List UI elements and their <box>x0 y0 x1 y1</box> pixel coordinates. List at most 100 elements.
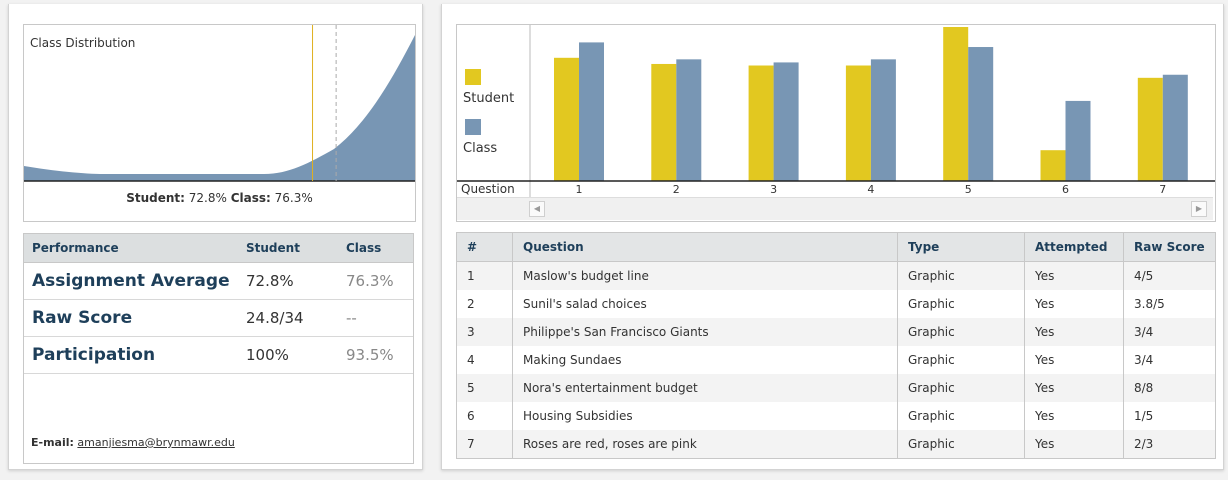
scroll-left-icon[interactable]: ◀ <box>529 201 545 217</box>
student-value: 100% <box>238 336 338 374</box>
question-raw-score: 4/5 <box>1123 261 1216 290</box>
email-link[interactable]: amanjiesma@brynmawr.edu <box>77 436 234 449</box>
legend-label-class: Class <box>463 141 498 156</box>
question-raw-score: 8/8 <box>1123 374 1216 402</box>
table-row[interactable]: 5 Nora's entertainment budget Graphic Yes 8/… <box>456 374 1216 402</box>
question-title: Philippe's San Francisco Giants <box>512 318 898 346</box>
question-title: Sunil's salad choices <box>512 290 898 318</box>
student-value: 24.8/34 <box>238 299 338 337</box>
question-header: Question <box>512 232 898 262</box>
legend-label-student: Student <box>463 91 515 106</box>
question-number: 3 <box>456 318 513 346</box>
table-row: Participation 100% 93.5% <box>23 336 414 374</box>
performance-table: Performance Student Class Assignment Ave… <box>23 233 414 374</box>
num-header: # <box>456 232 513 262</box>
performance-header: Performance <box>23 233 238 263</box>
question-attempted: Yes <box>1024 290 1124 318</box>
email-row: E-mail: amanjiesma@brynmawr.edu <box>31 436 235 449</box>
distribution-title: Class Distribution <box>30 36 136 50</box>
question-raw-score: 1/5 <box>1134 409 1154 423</box>
bar-class-q7[interactable] <box>1162 74 1188 181</box>
bar-student-q4[interactable] <box>845 65 871 182</box>
question-title: Nora's entertainment budget <box>512 374 898 402</box>
distribution-area <box>24 35 415 181</box>
x-tick-label: 3 <box>770 183 777 196</box>
question-raw-score: 3/4 <box>1134 353 1154 367</box>
question-bar-chart: 1 2 3 4 5 6 7 Question Student Class ◀ ▶ <box>456 24 1216 222</box>
question-number: 1 <box>456 261 513 290</box>
bar-student-q7[interactable] <box>1137 77 1163 181</box>
chart-scrollbar[interactable]: ◀ ▶ <box>457 197 1213 220</box>
question-raw-score: 3.8/5 <box>1134 297 1165 311</box>
class-header: Class <box>338 233 414 263</box>
student-value: 72.8% <box>238 262 338 300</box>
bar-student-q3[interactable] <box>748 65 774 182</box>
x-axis-label: Question <box>461 182 515 196</box>
question-title: Housing Subsidies <box>512 402 898 430</box>
bar-class-q4[interactable] <box>870 59 896 182</box>
question-number: 6 <box>456 402 513 430</box>
legend-swatch-class <box>465 119 481 135</box>
bar-class-q1[interactable] <box>579 42 604 182</box>
class-value: 76.3% <box>338 262 414 300</box>
x-tick-label: 7 <box>1159 183 1166 196</box>
bar-student-q1[interactable] <box>554 57 579 181</box>
x-tick-label: 6 <box>1062 183 1069 196</box>
x-tick-label: 1 <box>576 183 583 196</box>
question-number: 7 <box>456 430 513 459</box>
student-summary-panel: Class Distribution Student: 72.8% Class:… <box>8 4 423 470</box>
question-title: Making Sundaes <box>512 346 898 374</box>
class-value: -- <box>338 299 414 337</box>
table-row[interactable]: 2 Sunil's salad choices Graphic Yes 3.8/5 <box>456 290 1216 318</box>
question-number: 5 <box>456 374 513 402</box>
bar-class-q6[interactable] <box>1065 100 1091 181</box>
question-attempted: Yes <box>1024 430 1124 459</box>
bar-student-q6[interactable] <box>1040 150 1066 181</box>
table-row[interactable]: 4 Making Sundaes Graphic Yes 3/4 <box>456 346 1216 374</box>
question-type: Graphic <box>897 318 1025 346</box>
question-type: Graphic <box>897 290 1025 318</box>
question-title: Roses are red, roses are pink <box>512 430 898 459</box>
table-row: Raw Score 24.8/34 -- <box>23 299 414 337</box>
legend-swatch-student <box>465 69 481 85</box>
distribution-caption: Student: 72.8% Class: 76.3% <box>24 191 415 205</box>
metric-label: Assignment Average <box>23 262 238 300</box>
question-type: Graphic <box>897 346 1025 374</box>
question-attempted: Yes <box>1024 318 1124 346</box>
question-type: Graphic <box>897 374 1025 402</box>
table-row[interactable]: 6 Housing Subsidies Graphic Yes 1/5 <box>456 402 1216 430</box>
question-number: 2 <box>456 290 513 318</box>
question-breakdown-panel: 1 2 3 4 5 6 7 Question Student Class ◀ ▶ # Ques… <box>441 4 1224 470</box>
x-tick-label: 4 <box>867 183 874 196</box>
question-attempted: Yes <box>1024 402 1124 430</box>
student-score-label: Student: <box>126 191 185 205</box>
metric-label: Raw Score <box>23 299 238 337</box>
question-title: Maslow's budget line <box>512 261 898 290</box>
bar-class-q2[interactable] <box>676 59 702 182</box>
metric-label: Participation <box>23 336 238 374</box>
question-type: Graphic <box>897 402 1025 430</box>
x-tick-label: 5 <box>965 183 972 196</box>
scroll-right-icon[interactable]: ▶ <box>1191 201 1207 217</box>
class-distribution-chart: Class Distribution Student: 72.8% Class:… <box>23 24 416 222</box>
question-type: Graphic <box>897 430 1025 459</box>
question-raw-score: 2/3 <box>1123 430 1216 459</box>
bar-class-q3[interactable] <box>773 62 799 181</box>
table-row[interactable]: 1 Maslow's budget line Graphic Yes 4/5 <box>456 261 1216 290</box>
attempted-header: Attempted <box>1024 232 1124 262</box>
x-tick-label: 2 <box>673 183 680 196</box>
bar-plot: 1 2 3 4 5 6 7 Question <box>457 25 1215 197</box>
class-score-label: Class: <box>230 191 271 205</box>
table-row[interactable]: 3 Philippe's San Francisco Giants Graphic Y… <box>456 318 1216 346</box>
bar-student-q2[interactable] <box>651 63 677 181</box>
question-number: 4 <box>456 346 513 374</box>
email-label: E-mail: <box>31 436 74 449</box>
type-header: Type <box>897 232 1025 262</box>
bar-student-q5[interactable] <box>943 27 969 181</box>
question-attempted: Yes <box>1024 346 1124 374</box>
question-attempted: Yes <box>1024 374 1124 402</box>
bar-class-q5[interactable] <box>968 47 994 181</box>
table-row: Assignment Average 72.8% 76.3% <box>23 262 414 300</box>
class-value: 93.5% <box>338 336 414 374</box>
table-row[interactable]: 7 Roses are red, roses are pink Graphic Yes… <box>456 430 1216 459</box>
